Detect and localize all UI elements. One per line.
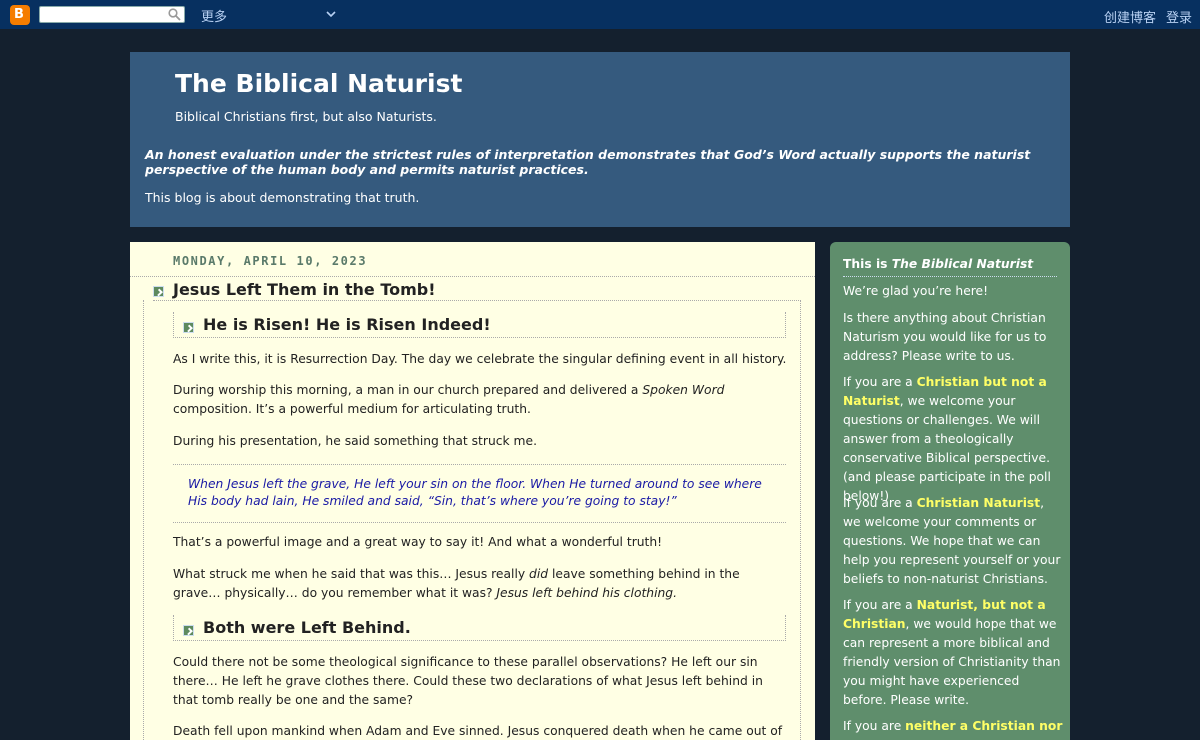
post-paragraph: What struck me when he said that was thi…: [173, 565, 788, 603]
search-input[interactable]: [39, 6, 185, 23]
navbar: B 更多 创建博客 登录: [0, 0, 1200, 29]
blog-header: The Biblical Naturist Biblical Christian…: [130, 52, 1070, 227]
blogger-logo-icon[interactable]: B: [10, 5, 30, 25]
post-paragraph: During his presentation, he said somethi…: [173, 434, 537, 448]
post-paragraph: During worship this morning, a man in ou…: [173, 381, 788, 419]
blogger-logo-letter: B: [14, 7, 24, 22]
main-column: MONDAY, APRIL 10, 2023 Jesus Left Them i…: [130, 242, 815, 740]
blog-title[interactable]: The Biblical Naturist: [175, 69, 462, 98]
sidebar-title: This is The Biblical Naturist: [843, 257, 1033, 271]
text: During worship this morning, a man in ou…: [173, 383, 643, 397]
post-paragraph: That’s a powerful image and a great way …: [173, 535, 663, 549]
post-paragraph: As I write this, it is Resurrection Day.…: [173, 352, 787, 366]
more-menu[interactable]: 更多: [201, 6, 227, 25]
blog-description: This blog is about demonstrating that tr…: [145, 190, 420, 205]
arrow-bullet-icon: [153, 286, 164, 297]
sidebar-paragraph: We’re glad you’re here!: [843, 284, 989, 298]
quote-text: When Jesus left the grave, He left your …: [188, 477, 762, 508]
highlight: Christian Naturist: [916, 496, 1041, 510]
text: This is: [843, 257, 892, 271]
emphasis: did: [529, 567, 549, 581]
arrow-bullet-icon: [183, 322, 194, 333]
create-blog-link[interactable]: 创建博客: [1104, 7, 1156, 26]
emphasis: Spoken Word: [642, 383, 725, 397]
chevron-down-icon[interactable]: [325, 8, 337, 20]
sidebar-paragraph: Is there anything about Christian Naturi…: [843, 311, 1047, 363]
sidebar-paragraph: If you are a Christian but not a Naturis…: [843, 373, 1063, 506]
date-header: MONDAY, APRIL 10, 2023: [173, 254, 368, 268]
blog-tagline: Biblical Christians first, but also Natu…: [175, 109, 437, 124]
subheading-risen: He is Risen! He is Risen Indeed!: [203, 315, 491, 334]
text: If you are a: [843, 598, 917, 612]
blog-description-italic: An honest evaluation under the strictest…: [145, 147, 1031, 177]
sidebar-paragraph: If you are a Christian Naturist, we welc…: [843, 494, 1063, 589]
login-link[interactable]: 登录: [1166, 7, 1192, 26]
post-title[interactable]: Jesus Left Them in the Tomb!: [173, 280, 436, 299]
text: If you are a: [843, 375, 917, 389]
arrow-bullet-icon: [183, 625, 194, 636]
sidebar-paragraph: If you are neither a Christian nor a: [843, 717, 1063, 740]
text: If you are a: [843, 496, 917, 510]
text: , we welcome your questions or challenge…: [843, 394, 1051, 503]
sidebar: This is The Biblical Naturist We’re glad…: [830, 242, 1070, 740]
divider: [130, 276, 815, 277]
text: composition. It’s a powerful medium for …: [173, 402, 531, 416]
text: If you are: [843, 719, 906, 733]
subheading-left-behind: Both were Left Behind.: [203, 618, 411, 637]
divider: [843, 276, 1057, 277]
emphasis: Jesus left behind his clothing.: [496, 586, 678, 600]
search-icon[interactable]: [168, 8, 181, 21]
text: What struck me when he said that was thi…: [173, 567, 530, 581]
sidebar-paragraph: If you are a Naturist, but not a Christi…: [843, 596, 1063, 710]
post-paragraph: Death fell upon mankind when Adam and Ev…: [173, 724, 783, 738]
emphasis: The Biblical Naturist: [891, 257, 1034, 271]
post-paragraph: Could there not be some theological sign…: [173, 655, 763, 707]
